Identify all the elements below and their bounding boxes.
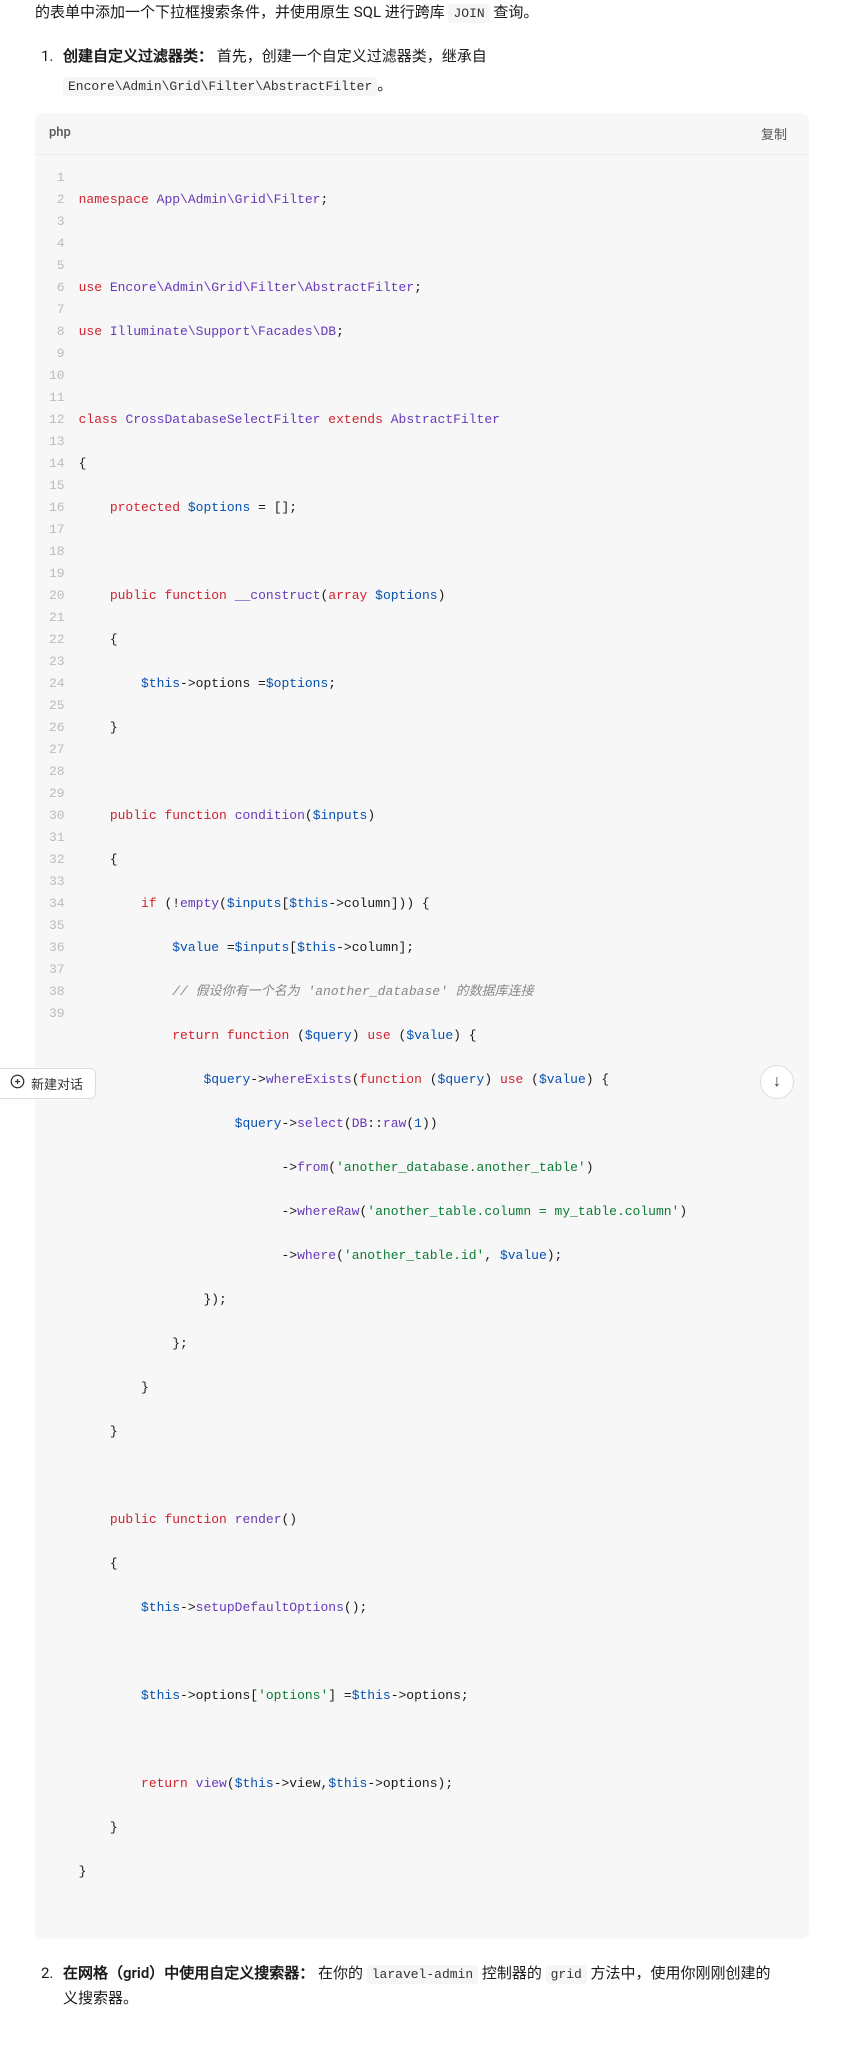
copy-button[interactable]: 复制 — [753, 121, 795, 146]
inline-code-grid: grid — [546, 1965, 587, 1984]
code-body[interactable]: 1234567891011121314151617181920212223242… — [35, 155, 809, 1939]
line-numbers: 1234567891011121314151617181920212223242… — [35, 167, 79, 1927]
code-block: php 复制 123456789101112131415161718192021… — [35, 113, 809, 1939]
step-2-title: 在网格（grid）中使用自定义搜索器： — [63, 1964, 314, 1982]
new-chat-button[interactable]: 新建对话 — [0, 1068, 96, 1099]
new-chat-icon — [10, 1074, 25, 1093]
inline-code-abstract-filter: Encore\Admin\Grid\Filter\AbstractFilter — [63, 77, 377, 96]
step-1-title: 创建自定义过滤器类： — [63, 47, 213, 65]
inline-code-laravel-admin: laravel-admin — [367, 1965, 478, 1984]
step-2: 在网格（grid）中使用自定义搜索器： 在你的 laravel-admin 控制… — [63, 1961, 809, 2012]
step-1-desc: 首先，创建一个自定义过滤器类，继承自 — [213, 47, 487, 65]
scroll-down-button[interactable]: ↓ — [760, 1065, 794, 1099]
code-language-label: php — [49, 122, 71, 144]
intro-paragraph: 的表单中添加一个下拉框搜索条件，并使用原生 SQL 进行跨库 JOIN 查询。 — [35, 0, 809, 26]
arrow-down-icon: ↓ — [773, 1073, 781, 1091]
step-1: 创建自定义过滤器类： 首先，创建一个自定义过滤器类，继承自 Encore\Adm… — [63, 44, 809, 1939]
inline-code-join: JOIN — [448, 4, 489, 23]
new-chat-label: 新建对话 — [31, 1074, 83, 1093]
code-header: php 复制 — [35, 113, 809, 155]
code-content: namespace App\Admin\Grid\Filter; use Enc… — [79, 167, 704, 1927]
